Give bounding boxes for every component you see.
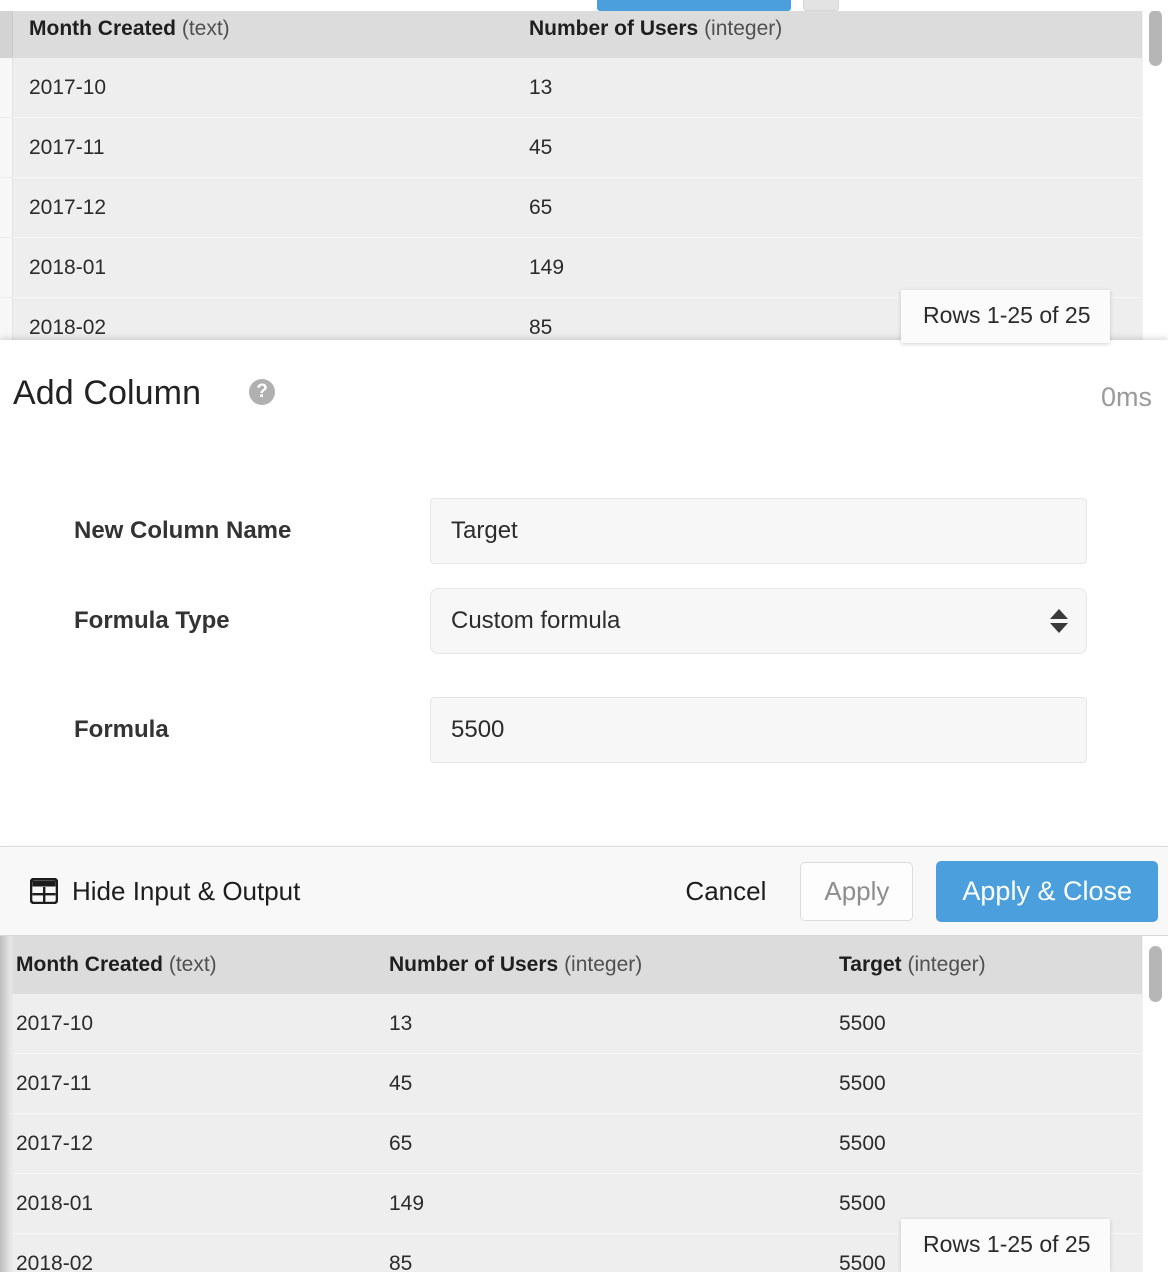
table-row[interactable]: 2018-01 149 bbox=[13, 238, 1142, 298]
column-header-number-of-users[interactable]: Number of Users (integer) bbox=[513, 17, 1013, 41]
page-title: Add Column bbox=[13, 374, 202, 412]
toolbar-extra-button[interactable] bbox=[803, 0, 839, 11]
apply-and-close-button[interactable]: Apply & Close bbox=[936, 860, 1158, 922]
cell-month: 2017-11 bbox=[29, 135, 105, 159]
cancel-button[interactable]: Cancel bbox=[671, 876, 780, 907]
cell-users: 149 bbox=[529, 255, 565, 279]
cell-users: 149 bbox=[389, 1191, 425, 1215]
apply-button[interactable]: Apply bbox=[800, 861, 914, 921]
panel-header: Add Column 0ms bbox=[0, 340, 1168, 460]
cell-target: 5500 bbox=[839, 1191, 886, 1215]
table-row[interactable]: 2017-10 13 5500 bbox=[0, 994, 1142, 1054]
label-formula-type: Formula Type bbox=[74, 607, 230, 634]
input-grid-scrollbar[interactable] bbox=[1142, 0, 1168, 341]
formula-type-select[interactable]: Custom formula bbox=[430, 588, 1087, 654]
run-query-button[interactable] bbox=[597, 0, 791, 11]
new-column-name-input[interactable]: Target bbox=[430, 498, 1087, 564]
cell-month: 2018-02 bbox=[16, 1251, 94, 1272]
cell-users: 45 bbox=[389, 1071, 413, 1095]
column-name: Target bbox=[839, 953, 902, 976]
column-name: Month Created bbox=[29, 17, 176, 40]
form-row-formula: Formula 5500 bbox=[0, 697, 1168, 763]
formula-input[interactable]: 5500 bbox=[430, 697, 1087, 763]
scrollbar-thumb[interactable] bbox=[1149, 10, 1162, 66]
column-header-month-created[interactable]: Month Created (text) bbox=[13, 17, 513, 41]
column-name: Number of Users bbox=[389, 953, 559, 976]
cell-users: 13 bbox=[389, 1011, 413, 1035]
output-rows-count-tooltip: Rows 1-25 of 25 bbox=[901, 1219, 1111, 1272]
column-header-month-created[interactable]: Month Created (text) bbox=[0, 953, 373, 977]
execution-timer: 0ms bbox=[1100, 382, 1152, 412]
column-type: (integer) bbox=[907, 953, 986, 976]
top-toolbar-clipped bbox=[0, 0, 1168, 11]
table-row[interactable]: 2017-12 65 5500 bbox=[0, 1114, 1142, 1174]
add-column-panel: Add Column 0ms New Column Name Target Fo… bbox=[0, 340, 1168, 845]
cell-month: 2018-01 bbox=[16, 1191, 94, 1215]
column-header-number-of-users[interactable]: Number of Users (integer) bbox=[373, 953, 823, 977]
form-row-new-column-name: New Column Name Target bbox=[0, 498, 1168, 564]
column-type: (integer) bbox=[564, 953, 643, 976]
add-column-screen: Month Created (text) Number of Users (in… bbox=[0, 0, 1168, 1272]
cell-month: 2018-01 bbox=[29, 255, 107, 279]
cell-users: 65 bbox=[529, 195, 553, 219]
column-name: Number of Users bbox=[529, 17, 699, 40]
column-name: Month Created bbox=[16, 953, 163, 976]
table-row[interactable]: 2017-11 45 5500 bbox=[0, 1054, 1142, 1114]
chevron-updown-icon bbox=[1050, 609, 1068, 633]
column-header-target[interactable]: Target (integer) bbox=[823, 953, 1133, 977]
hide-input-output-label: Hide Input & Output bbox=[72, 875, 301, 906]
cell-month: 2017-12 bbox=[29, 195, 107, 219]
table-row[interactable]: 2017-10 13 bbox=[13, 58, 1142, 118]
help-question-icon[interactable]: ? bbox=[249, 379, 275, 405]
panel-action-bar: Hide Input & Output Cancel Apply Apply &… bbox=[0, 846, 1168, 936]
cell-target: 5500 bbox=[839, 1071, 886, 1095]
cell-users: 13 bbox=[529, 75, 553, 99]
cell-users: 85 bbox=[389, 1251, 413, 1272]
label-new-column-name: New Column Name bbox=[74, 517, 292, 544]
scrollbar-thumb[interactable] bbox=[1149, 946, 1162, 1002]
cell-month: 2017-10 bbox=[29, 75, 107, 99]
table-row[interactable]: 2017-12 65 bbox=[13, 178, 1142, 238]
cell-month: 2018-02 bbox=[29, 315, 107, 339]
cell-target: 5500 bbox=[839, 1131, 886, 1155]
input-rows-count-tooltip: Rows 1-25 of 25 bbox=[901, 290, 1111, 343]
cell-target: 5500 bbox=[839, 1011, 886, 1035]
hide-input-output-toggle[interactable]: Hide Input & Output bbox=[29, 875, 301, 907]
output-grid-header-row: Month Created (text) Number of Users (in… bbox=[0, 936, 1142, 994]
label-formula: Formula bbox=[74, 716, 169, 743]
cell-users: 45 bbox=[529, 135, 553, 159]
output-grid-scrollbar[interactable] bbox=[1142, 936, 1168, 1272]
table-row[interactable]: 2017-11 45 bbox=[13, 118, 1142, 178]
cell-month: 2017-10 bbox=[16, 1011, 94, 1035]
column-type: (text) bbox=[181, 17, 230, 40]
cell-month: 2017-12 bbox=[16, 1131, 94, 1155]
column-type: (integer) bbox=[704, 17, 783, 40]
cell-month: 2017-11 bbox=[16, 1071, 92, 1095]
cell-users: 65 bbox=[389, 1131, 413, 1155]
form-row-formula-type: Formula Type Custom formula bbox=[0, 588, 1168, 654]
table-grid-icon bbox=[29, 877, 59, 905]
column-type: (text) bbox=[168, 953, 217, 976]
formula-type-selected-value: Custom formula bbox=[451, 607, 621, 634]
